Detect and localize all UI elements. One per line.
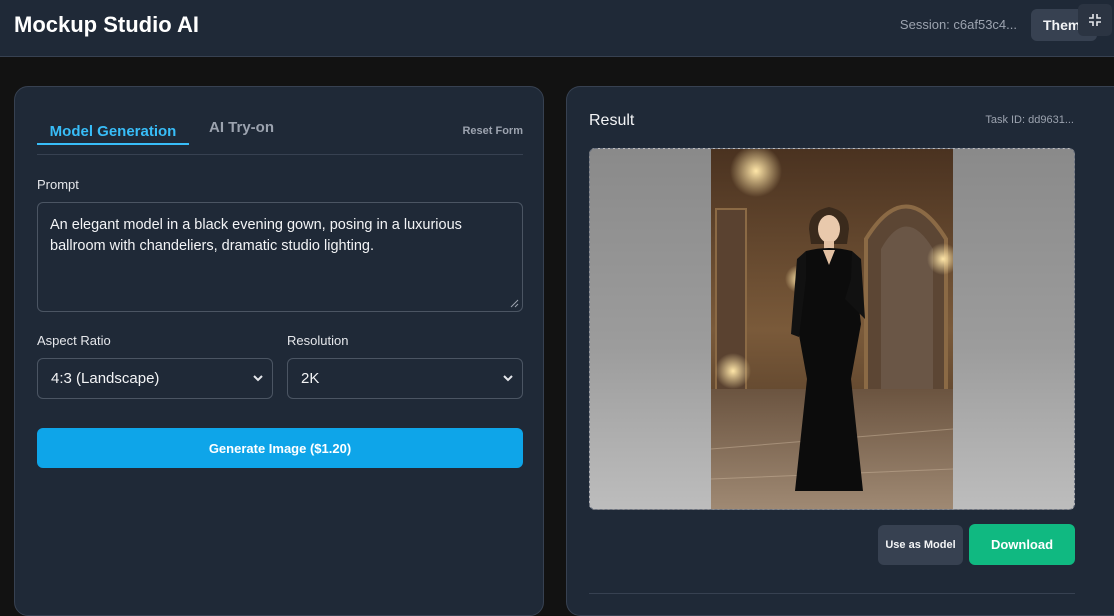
result-image[interactable] — [711, 149, 953, 510]
prompt-label: Prompt — [37, 177, 79, 192]
use-as-model-button[interactable]: Use as Model — [878, 525, 963, 565]
prompt-textarea[interactable]: An elegant model in a black evening gown… — [37, 202, 523, 312]
exit-fullscreen-button[interactable] — [1078, 4, 1112, 36]
result-title: Result — [589, 112, 635, 129]
tab-model-generation[interactable]: Model Generation — [37, 109, 189, 145]
aspect-ratio-value: 4:3 (Landscape) — [51, 370, 160, 387]
generation-panel: Model Generation AI Try-on Reset Form Pr… — [14, 86, 544, 616]
resolution-value: 2K — [301, 370, 320, 387]
tab-bar: Model Generation AI Try-on Reset Form — [37, 109, 523, 155]
resolution-label: Resolution — [287, 333, 349, 348]
generate-image-button[interactable]: Generate Image ($1.20) — [37, 428, 523, 468]
result-panel: Result Task ID: dd9631... Use as Model D… — [566, 86, 1114, 616]
chevron-down-icon — [503, 375, 513, 382]
divider — [589, 593, 1075, 594]
app-header: Mockup Studio AI Session: c6af53c4... Th… — [0, 0, 1114, 57]
app-title: Mockup Studio AI — [14, 12, 199, 37]
aspect-ratio-label: Aspect Ratio — [37, 333, 111, 348]
resize-grip-icon[interactable] — [509, 298, 519, 308]
result-image-frame — [589, 148, 1075, 510]
chevron-down-icon — [253, 375, 263, 382]
aspect-ratio-select[interactable]: 4:3 (Landscape) — [37, 358, 273, 399]
reset-form-button[interactable]: Reset Form — [462, 125, 523, 137]
collapse-icon — [1089, 14, 1101, 26]
session-id: Session: c6af53c4... — [899, 17, 1017, 32]
download-button[interactable]: Download — [969, 524, 1075, 565]
resolution-select[interactable]: 2K — [287, 358, 523, 399]
task-id: Task ID: dd9631... — [985, 114, 1074, 126]
tab-ai-try-on[interactable]: AI Try-on — [209, 119, 274, 136]
